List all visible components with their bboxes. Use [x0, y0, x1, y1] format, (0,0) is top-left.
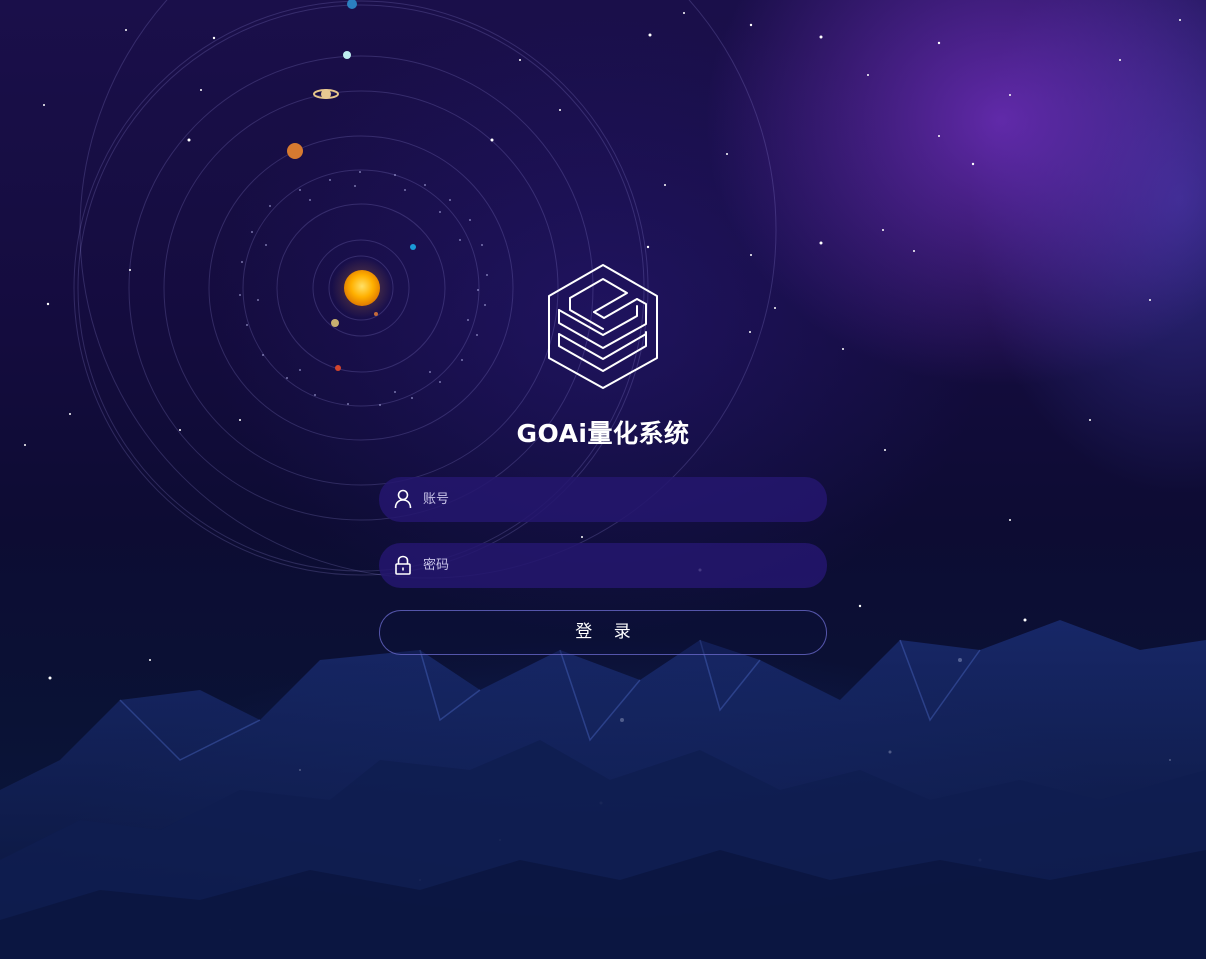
- rocky-terrain: [0, 620, 1206, 959]
- user-icon: [394, 489, 412, 509]
- login-page: GOAi量化系统 登 录: [0, 0, 1206, 959]
- cube-logo-icon: [548, 264, 658, 389]
- password-input[interactable]: [423, 543, 813, 588]
- lock-icon: [395, 555, 411, 575]
- page-title: GOAi量化系统: [516, 419, 690, 448]
- username-input[interactable]: [423, 477, 813, 522]
- sun: [344, 270, 380, 306]
- login-button[interactable]: 登 录: [379, 610, 827, 655]
- password-field[interactable]: [379, 543, 827, 588]
- username-field[interactable]: [379, 477, 827, 522]
